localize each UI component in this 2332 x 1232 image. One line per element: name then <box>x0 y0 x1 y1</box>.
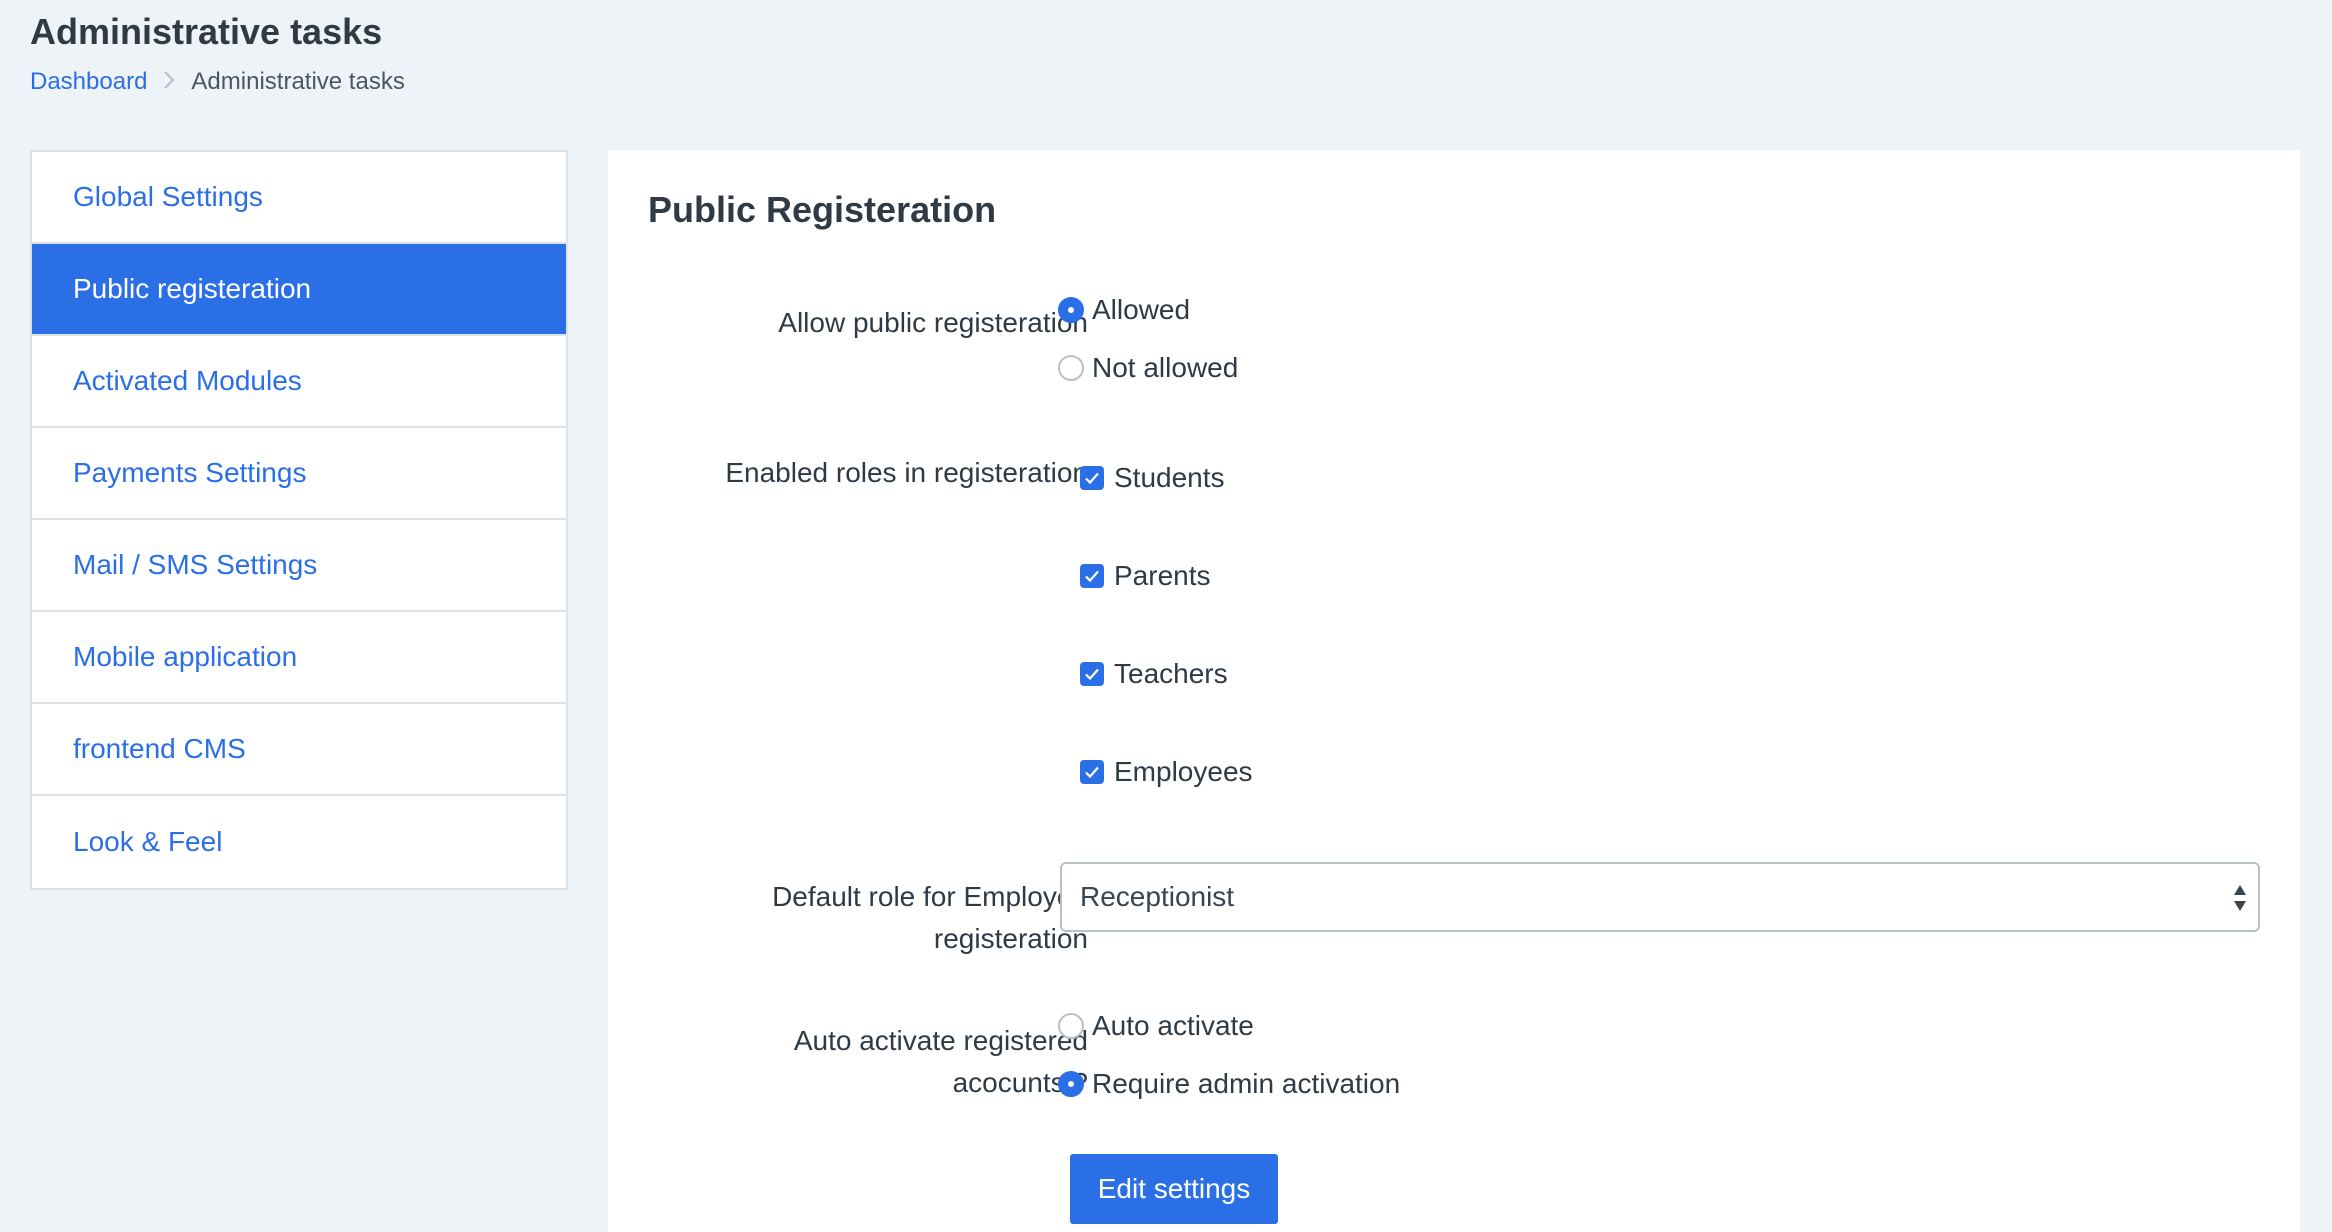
radio-allowed-label: Allowed <box>1092 294 1191 325</box>
sidebar-item-look-and-feel[interactable]: Look & Feel <box>32 796 566 888</box>
radio-not-allowed-label: Not allowed <box>1092 352 1239 383</box>
sidebar-item-public-registeration[interactable]: Public registeration <box>32 244 566 336</box>
radio-auto-activate-label: Auto activate <box>1092 1010 1254 1041</box>
sidebar-item-activated-modules[interactable]: Activated Modules <box>32 336 566 428</box>
radio-not-allowed-control[interactable] <box>1058 355 1084 381</box>
checkbox-students[interactable]: Students <box>1080 460 1225 496</box>
breadcrumb: Dashboard Administrative tasks <box>30 64 405 100</box>
edit-settings-button[interactable]: Edit settings <box>1070 1154 1278 1224</box>
select-arrows-icon <box>2234 885 2246 911</box>
default-role-label-line2: registeration <box>933 923 1088 954</box>
checkbox-teachers-label: Teachers <box>1114 658 1228 689</box>
checkbox-teachers[interactable]: Teachers <box>1080 656 1228 692</box>
radio-auto-activate[interactable]: Auto activate <box>1058 1008 1254 1044</box>
default-role-label: Default role for Employee registeration <box>628 876 1088 960</box>
settings-sidebar: Global Settings Public registeration Act… <box>30 150 568 890</box>
breadcrumb-current: Administrative tasks <box>191 68 405 95</box>
page-title: Administrative tasks <box>30 11 383 52</box>
radio-allowed[interactable]: Allowed <box>1058 292 1190 328</box>
breadcrumb-dashboard-link[interactable]: Dashboard <box>30 64 147 100</box>
settings-panel: Public Registeration Allow public regist… <box>608 150 2300 1232</box>
radio-not-allowed[interactable]: Not allowed <box>1058 350 1238 386</box>
checkbox-parents-label: Parents <box>1114 560 1211 591</box>
sidebar-item-global-settings[interactable]: Global Settings <box>32 152 566 244</box>
checkbox-parents[interactable]: Parents <box>1080 558 1211 594</box>
radio-allowed-control[interactable] <box>1058 297 1084 323</box>
radio-require-admin-activation-control[interactable] <box>1058 1071 1084 1097</box>
default-role-value: Receptionist <box>1080 881 1235 912</box>
auto-activate-label: Auto activate registered acocunts ? <box>628 1020 1088 1104</box>
radio-auto-activate-control[interactable] <box>1058 1013 1084 1039</box>
enabled-roles-label: Enabled roles in registeration <box>725 457 1088 488</box>
auto-activate-label-line2: acocunts ? <box>952 1067 1088 1098</box>
panel-title: Public Registeration <box>648 189 997 230</box>
checkbox-employees-label: Employees <box>1114 756 1253 787</box>
checkbox-employees[interactable]: Employees <box>1080 754 1253 790</box>
chevron-right-icon <box>147 64 191 100</box>
check-icon[interactable] <box>1080 662 1104 686</box>
sidebar-item-frontend-cms[interactable]: frontend CMS <box>32 704 566 796</box>
default-role-select[interactable]: Receptionist <box>1060 862 2260 932</box>
check-icon[interactable] <box>1080 760 1104 784</box>
sidebar-item-payments-settings[interactable]: Payments Settings <box>32 428 566 520</box>
radio-require-admin-activation[interactable]: Require admin activation <box>1058 1066 1400 1102</box>
sidebar-item-mobile-application[interactable]: Mobile application <box>32 612 566 704</box>
auto-activate-label-line1: Auto activate registered <box>793 1025 1088 1056</box>
sidebar-item-mail-sms-settings[interactable]: Mail / SMS Settings <box>32 520 566 612</box>
check-icon[interactable] <box>1080 564 1104 588</box>
default-role-label-line1: Default role for Employee <box>772 881 1088 912</box>
check-icon[interactable] <box>1080 466 1104 490</box>
allow-registration-label: Allow public registeration <box>778 307 1088 338</box>
radio-require-admin-activation-label: Require admin activation <box>1092 1068 1401 1099</box>
checkbox-students-label: Students <box>1114 462 1225 493</box>
